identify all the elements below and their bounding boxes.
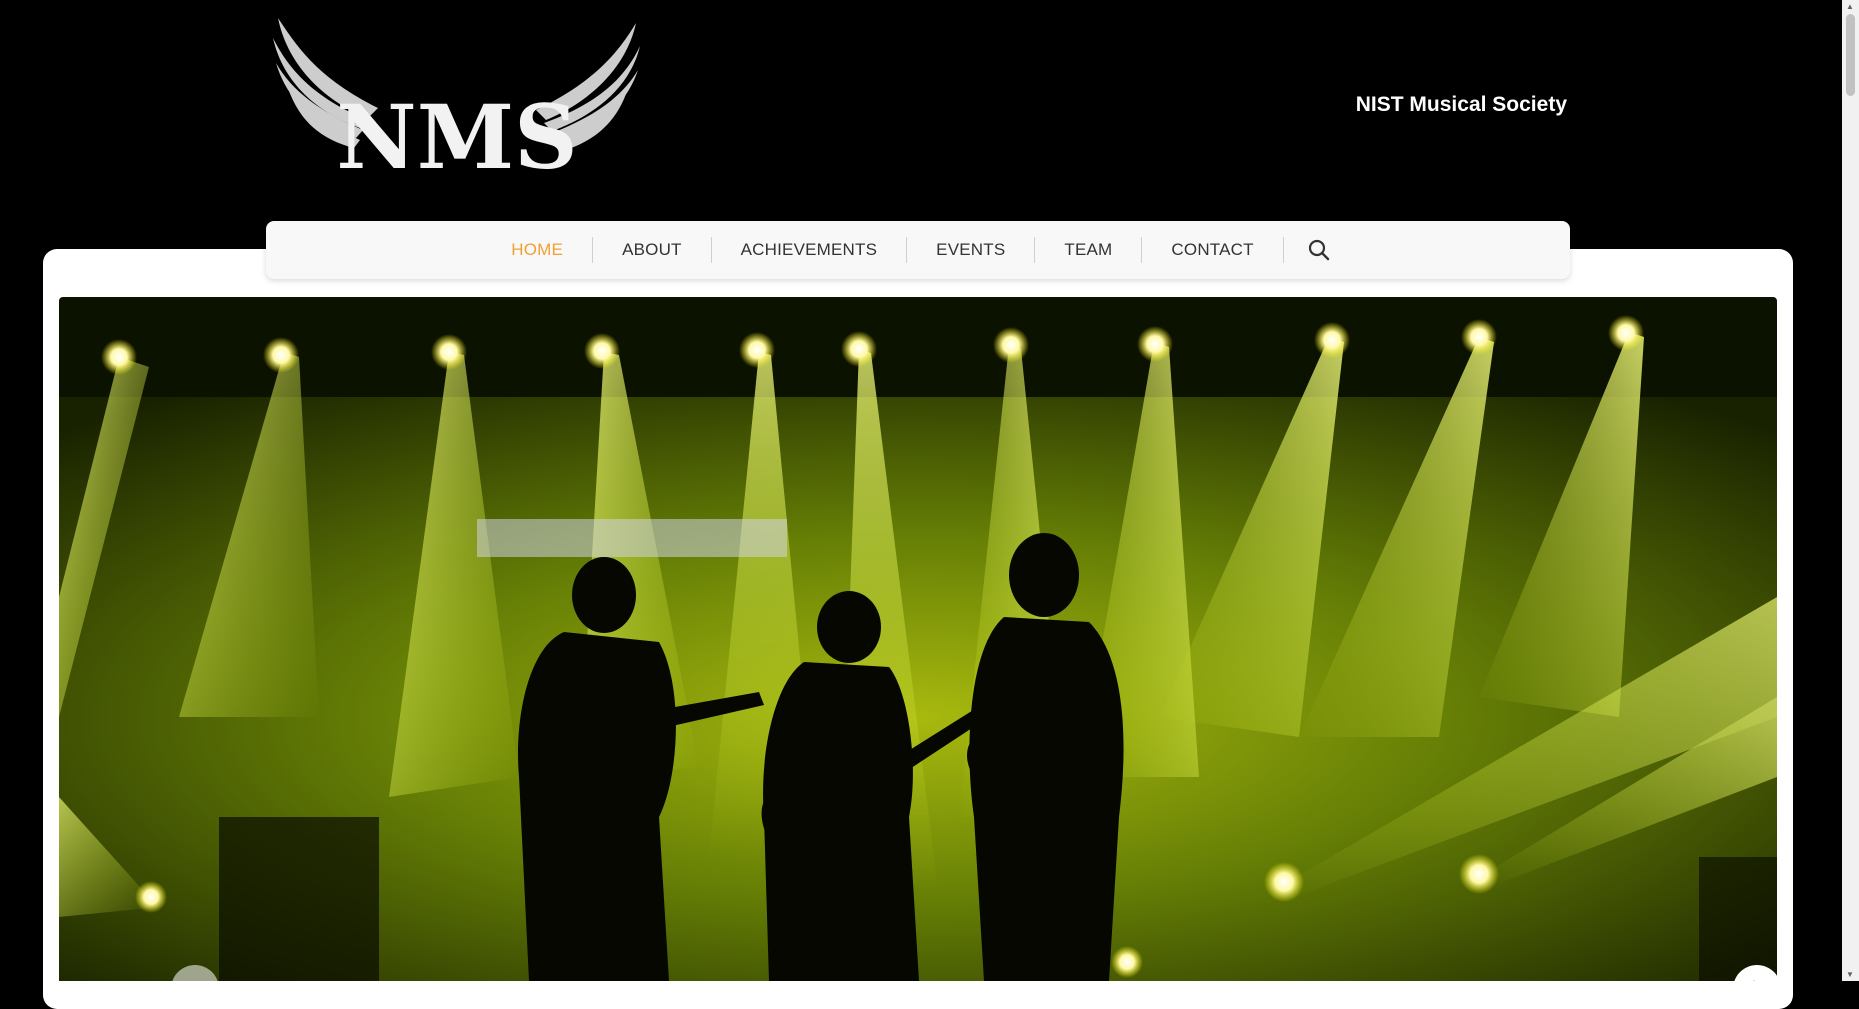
page-scrollbar[interactable]: ▲ ▼	[1842, 0, 1859, 981]
nav-contact[interactable]: CONTACT	[1142, 237, 1284, 263]
site-title: NIST Musical Society	[1355, 93, 1567, 116]
logo-text: NMS	[336, 85, 577, 189]
hero-slider[interactable]	[59, 297, 1777, 981]
search-button[interactable]	[1284, 239, 1354, 261]
hero-image	[59, 297, 1777, 981]
nav-team[interactable]: TEAM	[1035, 237, 1143, 263]
nav-events[interactable]: EVENTS	[907, 237, 1036, 263]
nav-home[interactable]: HOME	[482, 237, 594, 263]
nav-achievements[interactable]: ACHIEVEMENTS	[712, 237, 908, 263]
nav-about[interactable]: ABOUT	[593, 237, 712, 263]
main-nav: HOME ABOUT ACHIEVEMENTS EVENTS TEAM CONT…	[266, 221, 1570, 279]
site-logo[interactable]: NMS	[268, 8, 646, 198]
scroll-thumb[interactable]	[1846, 14, 1855, 96]
scroll-down-icon[interactable]: ▼	[1846, 970, 1854, 979]
scroll-up-icon[interactable]: ▲	[1846, 2, 1854, 11]
search-icon	[1308, 239, 1329, 261]
